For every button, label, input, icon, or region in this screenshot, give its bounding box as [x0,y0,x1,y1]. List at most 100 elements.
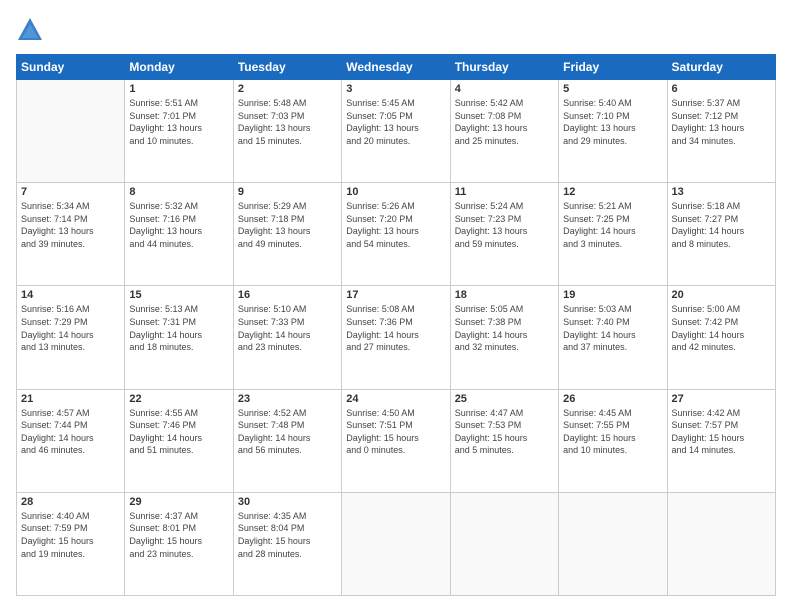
calendar-cell: 22 Sunrise: 4:55 AMSunset: 7:46 PMDayligh… [125,389,233,492]
day-number: 13 [672,186,771,198]
calendar-cell: 8Sunrise: 5:32 AMSunset: 7:16 PMDaylight… [125,183,233,286]
calendar-cell: 4 Sunrise: 5:42 AMSunset: 7:08 PMDaylight… [450,80,558,183]
calendar-cell [342,492,450,595]
cell-info: Sunrise: 4:55 AMSunset: 7:46 PMDaylight:… [129,407,228,457]
cell-info: Sunrise: 4:45 AMSunset: 7:55 PMDaylight:… [563,407,662,457]
calendar-week-row: 28Sunrise: 4:40 AMSunset: 7:59 PMDayligh… [17,492,776,595]
cell-info: Sunrise: 5:13 AMSunset: 7:31 PMDaylight:… [129,303,228,353]
calendar-cell: 29 Sunrise: 4:37 AMSunset: 8:01 PMDayligh… [125,492,233,595]
cell-info: Sunrise: 5:45 AMSunset: 7:05 PMDaylight:… [346,97,445,147]
calendar-header-row: SundayMondayTuesdayWednesdayThursdayFrid… [17,55,776,80]
calendar-cell: 19Sunrise: 5:03 AMSunset: 7:40 PMDayligh… [559,286,667,389]
calendar-header-saturday: Saturday [667,55,775,80]
calendar-cell: 9 Sunrise: 5:29 AMSunset: 7:18 PMDaylight… [233,183,341,286]
calendar-cell [667,492,775,595]
cell-info: Sunrise: 5:08 AMSunset: 7:36 PMDaylight:… [346,303,445,353]
day-number: 9 [238,186,337,198]
day-number: 11 [455,186,554,198]
calendar-week-row: 7 Sunrise: 5:34 AMSunset: 7:14 PMDaylight… [17,183,776,286]
day-number: 6 [672,83,771,95]
cell-info: Sunrise: 5:00 AMSunset: 7:42 PMDaylight:… [672,303,771,353]
calendar-cell: 21 Sunrise: 4:57 AMSunset: 7:44 PMDayligh… [17,389,125,492]
day-number: 23 [238,393,337,405]
calendar-header-monday: Monday [125,55,233,80]
calendar-cell: 30 Sunrise: 4:35 AMSunset: 8:04 PMDayligh… [233,492,341,595]
day-number: 18 [455,289,554,301]
calendar-cell: 2Sunrise: 5:48 AMSunset: 7:03 PMDaylight… [233,80,341,183]
day-number: 22 [129,393,228,405]
day-number: 14 [21,289,120,301]
day-number: 12 [563,186,662,198]
calendar-cell: 1Sunrise: 5:51 AMSunset: 7:01 PMDaylight… [125,80,233,183]
cell-info: Sunrise: 5:37 AMSunset: 7:12 PMDaylight:… [672,97,771,147]
day-number: 10 [346,186,445,198]
calendar-cell: 13 Sunrise: 5:18 AMSunset: 7:27 PMDayligh… [667,183,775,286]
calendar-cell: 5 Sunrise: 5:40 AMSunset: 7:10 PMDaylight… [559,80,667,183]
calendar-cell [559,492,667,595]
calendar-cell: 15 Sunrise: 5:13 AMSunset: 7:31 PMDayligh… [125,286,233,389]
calendar-cell: 26 Sunrise: 4:45 AMSunset: 7:55 PMDayligh… [559,389,667,492]
day-number: 21 [21,393,120,405]
calendar-cell: 16 Sunrise: 5:10 AMSunset: 7:33 PMDayligh… [233,286,341,389]
calendar-cell: 12 Sunrise: 5:21 AMSunset: 7:25 PMDayligh… [559,183,667,286]
day-number: 24 [346,393,445,405]
day-number: 1 [129,83,228,95]
calendar-cell: 10 Sunrise: 5:26 AMSunset: 7:20 PMDayligh… [342,183,450,286]
day-number: 3 [346,83,445,95]
day-number: 30 [238,496,337,508]
day-number: 27 [672,393,771,405]
cell-info: Sunrise: 5:10 AMSunset: 7:33 PMDaylight:… [238,303,337,353]
cell-info: Sunrise: 5:34 AMSunset: 7:14 PMDaylight:… [21,200,120,250]
cell-info: Sunrise: 5:40 AMSunset: 7:10 PMDaylight:… [563,97,662,147]
day-number: 5 [563,83,662,95]
cell-info: Sunrise: 5:29 AMSunset: 7:18 PMDaylight:… [238,200,337,250]
cell-info: Sunrise: 5:16 AMSunset: 7:29 PMDaylight:… [21,303,120,353]
cell-info: Sunrise: 5:05 AMSunset: 7:38 PMDaylight:… [455,303,554,353]
calendar-cell: 14 Sunrise: 5:16 AMSunset: 7:29 PMDayligh… [17,286,125,389]
calendar-week-row: 1Sunrise: 5:51 AMSunset: 7:01 PMDaylight… [17,80,776,183]
header [16,16,776,44]
cell-info: Sunrise: 5:21 AMSunset: 7:25 PMDaylight:… [563,200,662,250]
cell-info: Sunrise: 4:52 AMSunset: 7:48 PMDaylight:… [238,407,337,457]
day-number: 29 [129,496,228,508]
day-number: 20 [672,289,771,301]
calendar-cell: 27Sunrise: 4:42 AMSunset: 7:57 PMDayligh… [667,389,775,492]
cell-info: Sunrise: 5:18 AMSunset: 7:27 PMDaylight:… [672,200,771,250]
calendar-cell: 20 Sunrise: 5:00 AMSunset: 7:42 PMDayligh… [667,286,775,389]
page: SundayMondayTuesdayWednesdayThursdayFrid… [0,0,792,612]
calendar-cell: 24 Sunrise: 4:50 AMSunset: 7:51 PMDayligh… [342,389,450,492]
cell-info: Sunrise: 4:50 AMSunset: 7:51 PMDaylight:… [346,407,445,457]
day-number: 17 [346,289,445,301]
calendar-cell: 18 Sunrise: 5:05 AMSunset: 7:38 PMDayligh… [450,286,558,389]
calendar-cell: 6 Sunrise: 5:37 AMSunset: 7:12 PMDaylight… [667,80,775,183]
cell-info: Sunrise: 4:40 AMSunset: 7:59 PMDaylight:… [21,510,120,560]
cell-info: Sunrise: 5:42 AMSunset: 7:08 PMDaylight:… [455,97,554,147]
calendar-header-thursday: Thursday [450,55,558,80]
calendar-cell [450,492,558,595]
calendar-table: SundayMondayTuesdayWednesdayThursdayFrid… [16,54,776,596]
cell-info: Sunrise: 5:26 AMSunset: 7:20 PMDaylight:… [346,200,445,250]
day-number: 26 [563,393,662,405]
calendar-cell [17,80,125,183]
calendar-header-sunday: Sunday [17,55,125,80]
cell-info: Sunrise: 4:37 AMSunset: 8:01 PMDaylight:… [129,510,228,560]
cell-info: Sunrise: 4:35 AMSunset: 8:04 PMDaylight:… [238,510,337,560]
cell-info: Sunrise: 4:47 AMSunset: 7:53 PMDaylight:… [455,407,554,457]
cell-info: Sunrise: 5:48 AMSunset: 7:03 PMDaylight:… [238,97,337,147]
calendar-header-wednesday: Wednesday [342,55,450,80]
day-number: 7 [21,186,120,198]
calendar-cell: 23 Sunrise: 4:52 AMSunset: 7:48 PMDayligh… [233,389,341,492]
day-number: 16 [238,289,337,301]
calendar-cell: 3 Sunrise: 5:45 AMSunset: 7:05 PMDaylight… [342,80,450,183]
calendar-cell: 28Sunrise: 4:40 AMSunset: 7:59 PMDayligh… [17,492,125,595]
day-number: 4 [455,83,554,95]
calendar-week-row: 21 Sunrise: 4:57 AMSunset: 7:44 PMDayligh… [17,389,776,492]
day-number: 15 [129,289,228,301]
calendar-cell: 25 Sunrise: 4:47 AMSunset: 7:53 PMDayligh… [450,389,558,492]
calendar-cell: 7 Sunrise: 5:34 AMSunset: 7:14 PMDaylight… [17,183,125,286]
calendar-cell: 11 Sunrise: 5:24 AMSunset: 7:23 PMDayligh… [450,183,558,286]
day-number: 25 [455,393,554,405]
cell-info: Sunrise: 4:57 AMSunset: 7:44 PMDaylight:… [21,407,120,457]
logo-icon [16,16,44,44]
cell-info: Sunrise: 5:24 AMSunset: 7:23 PMDaylight:… [455,200,554,250]
